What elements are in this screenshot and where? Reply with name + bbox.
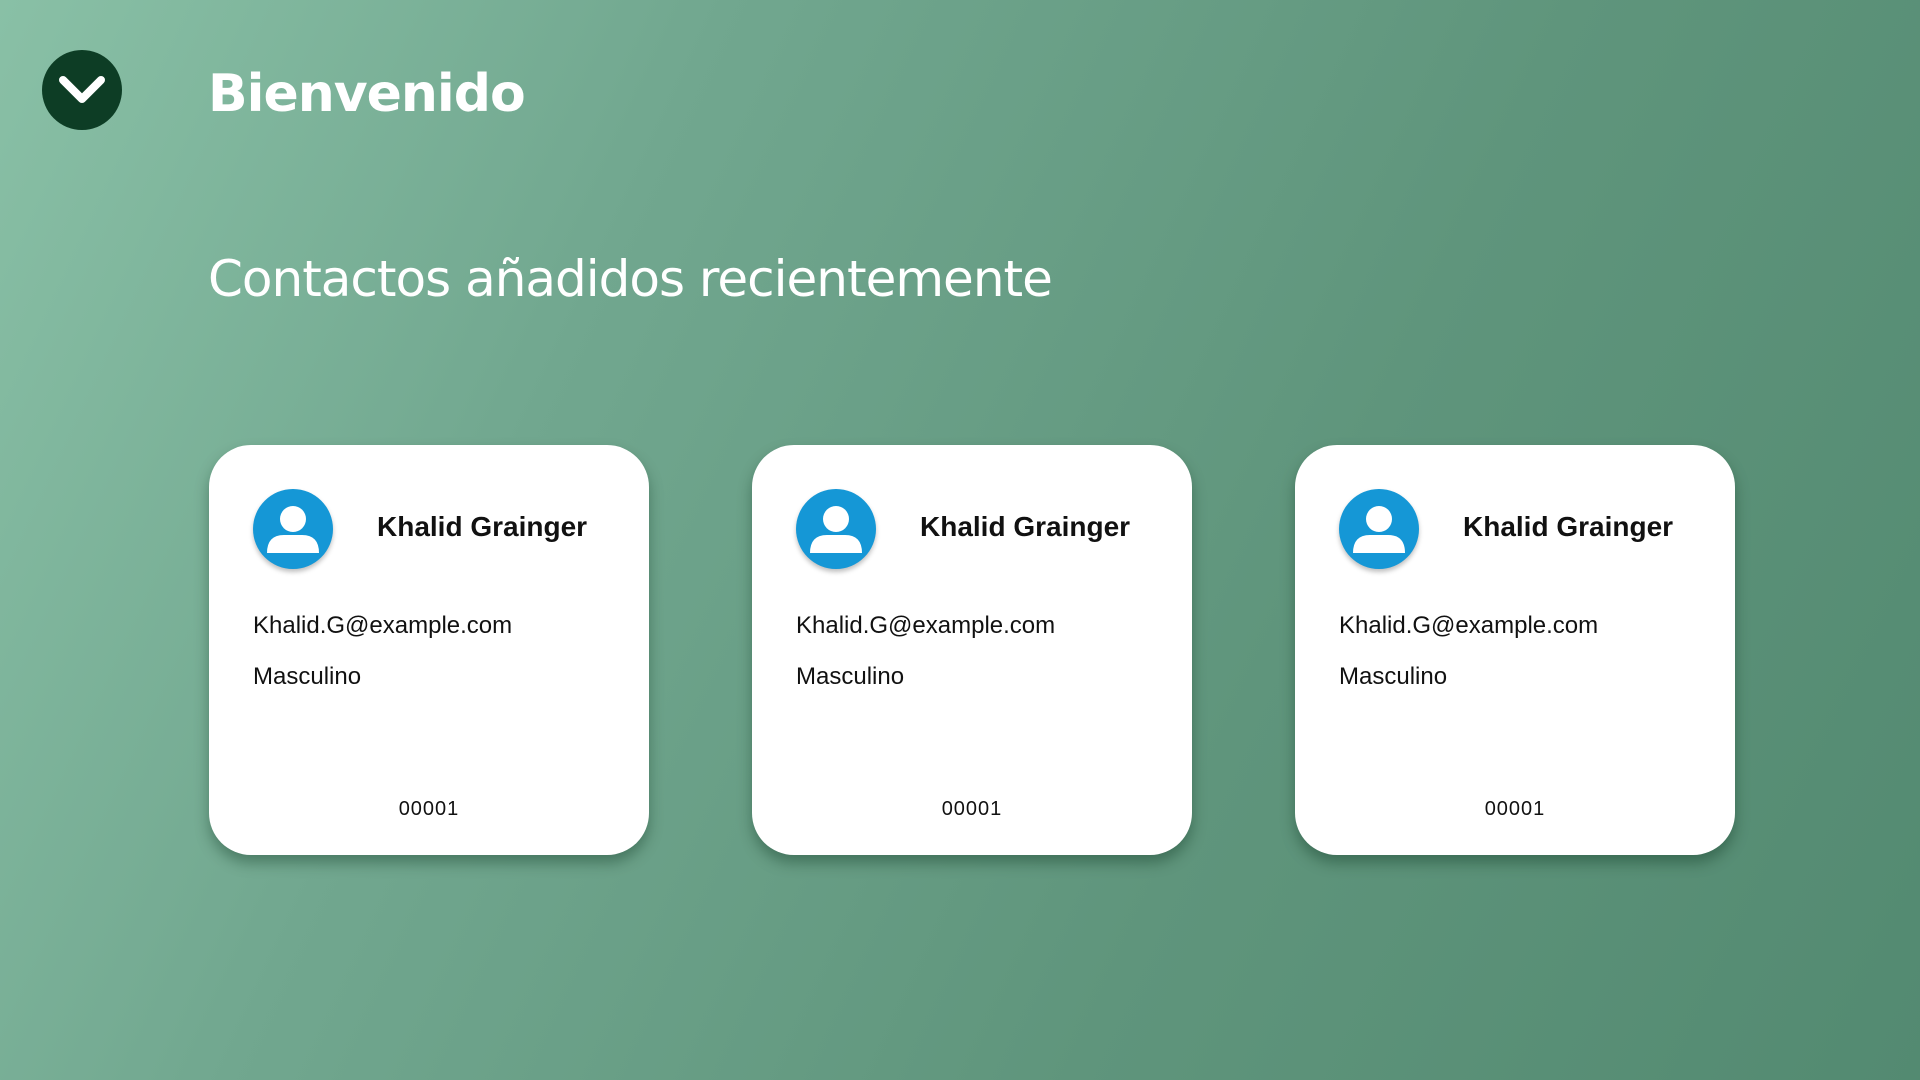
- contact-id: 00001: [1484, 798, 1546, 820]
- contact-name: Khalid Grainger: [920, 511, 1131, 542]
- contact-gender: Masculino: [253, 663, 362, 690]
- welcome-title: Bienvenido: [208, 64, 526, 124]
- contact-id: 00001: [941, 798, 1003, 820]
- contact-gender: Masculino: [1339, 663, 1448, 690]
- contact-card[interactable]: Khalid Grainger Khalid.G@example.com Mas…: [209, 445, 649, 855]
- user-icon: [253, 489, 333, 569]
- user-icon: [1339, 489, 1419, 569]
- contact-name: Khalid Grainger: [377, 511, 588, 542]
- recent-contacts-title: Contactos añadidos recientemente: [208, 250, 1053, 308]
- menu-toggle-button[interactable]: [42, 50, 122, 130]
- contact-name: Khalid Grainger: [1463, 511, 1674, 542]
- contact-email: Khalid.G@example.com: [796, 612, 1056, 639]
- contact-gender: Masculino: [796, 663, 905, 690]
- user-icon: [796, 489, 876, 569]
- chevron-down-icon: [59, 76, 105, 103]
- contact-card[interactable]: Khalid Grainger Khalid.G@example.com Mas…: [1295, 445, 1735, 855]
- contact-card[interactable]: Khalid Grainger Khalid.G@example.com Mas…: [752, 445, 1192, 855]
- contact-email: Khalid.G@example.com: [1339, 612, 1599, 639]
- recent-contacts-list: Khalid Grainger Khalid.G@example.com Mas…: [209, 445, 1735, 855]
- contact-id: 00001: [398, 798, 460, 820]
- contact-email: Khalid.G@example.com: [253, 612, 513, 639]
